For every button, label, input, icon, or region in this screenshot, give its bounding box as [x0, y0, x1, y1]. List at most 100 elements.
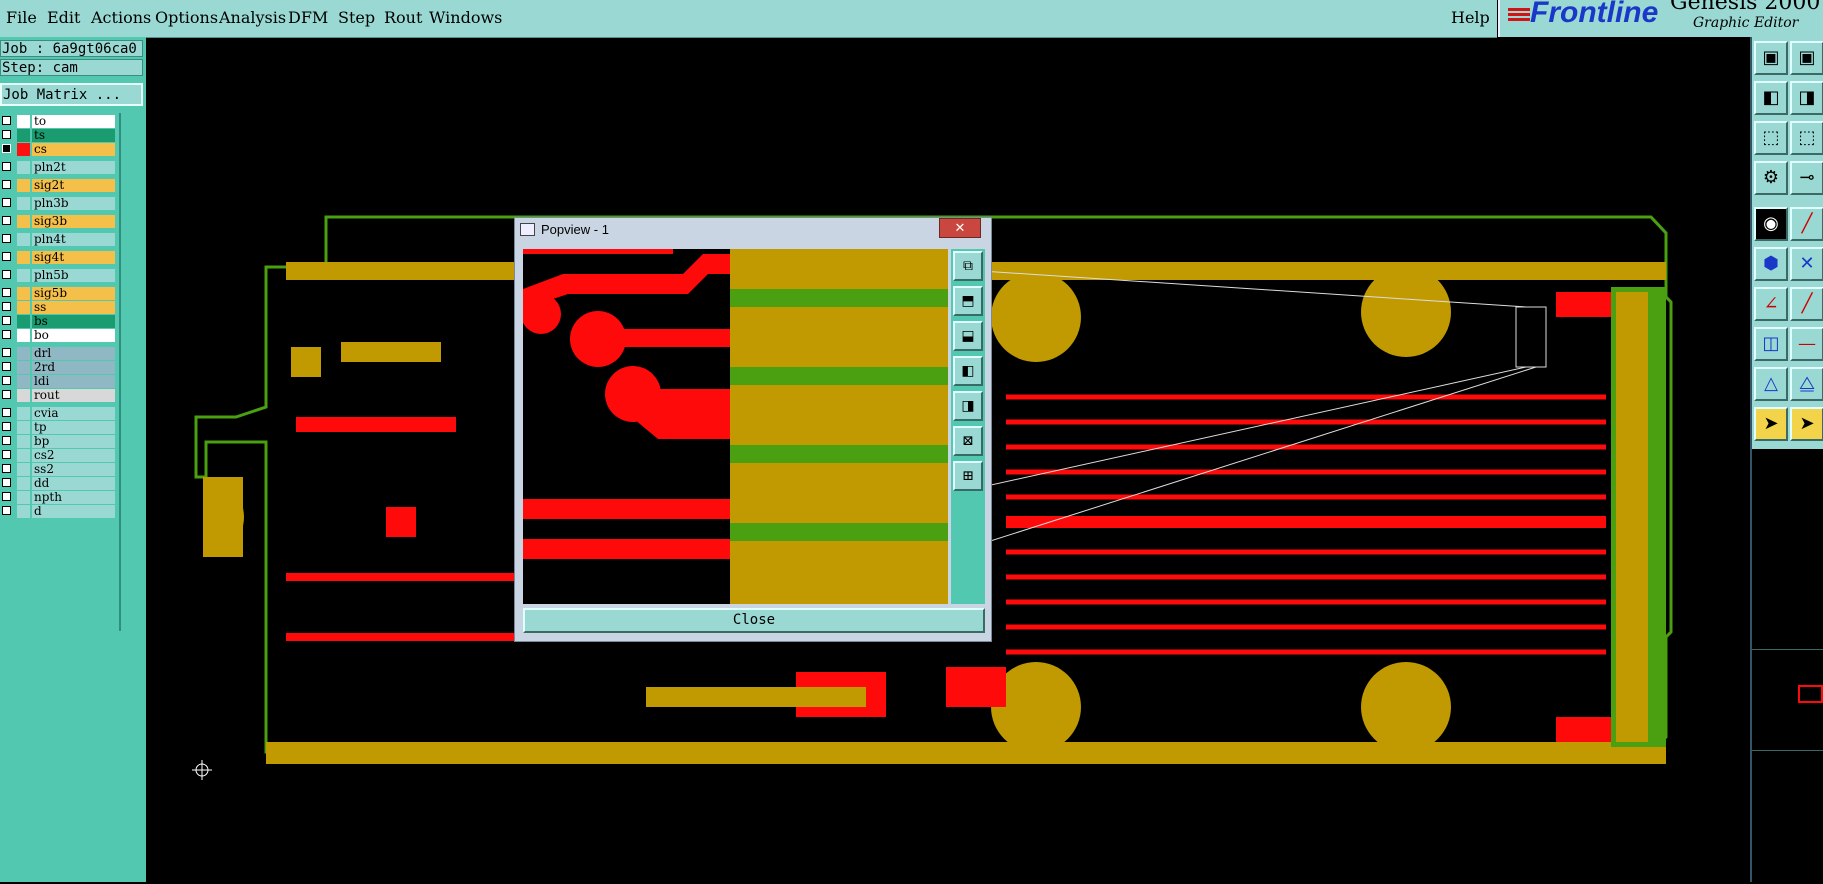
layer-checkbox[interactable] — [2, 130, 11, 139]
layer-color-swatch[interactable] — [17, 463, 30, 476]
layer-name[interactable]: drl — [32, 347, 115, 360]
menu-file[interactable]: File — [6, 8, 37, 27]
layer-name[interactable]: ss — [32, 301, 115, 314]
layer-color-swatch[interactable] — [17, 477, 30, 490]
tool-layer-down-icon[interactable]: ▣ — [1790, 41, 1823, 75]
layer-checkbox[interactable] — [2, 450, 11, 459]
tool-move-icon[interactable]: ◧ — [1754, 81, 1788, 115]
layer-name[interactable]: ss2 — [32, 463, 115, 476]
layer-name[interactable]: bp — [32, 435, 115, 448]
layer-name[interactable]: sig4t — [32, 251, 115, 264]
popview-tool-right-icon[interactable]: ◨ — [953, 391, 983, 421]
layer-checkbox[interactable] — [2, 252, 11, 261]
tool-settings-icon[interactable]: ⚙ — [1754, 161, 1788, 195]
layer-checkbox[interactable] — [2, 116, 11, 125]
job-matrix-button[interactable]: Job Matrix ... — [0, 83, 143, 106]
layer-checkbox[interactable] — [2, 216, 11, 225]
layer-color-swatch[interactable] — [17, 407, 30, 420]
tool-layer-up-icon[interactable]: ▣ — [1754, 41, 1788, 75]
layer-checkbox[interactable] — [2, 362, 11, 371]
layer-name[interactable]: pln4t — [32, 233, 115, 246]
layer-name[interactable]: to — [32, 115, 115, 128]
menu-help[interactable]: Help — [1451, 8, 1490, 27]
layer-color-swatch[interactable] — [17, 179, 30, 192]
popview-tool-zoom-in-icon[interactable]: ⊞ — [953, 461, 983, 491]
layer-color-swatch[interactable] — [17, 115, 30, 128]
tool-fit-icon[interactable]: ⬚ — [1754, 121, 1788, 155]
layer-checkbox[interactable] — [2, 180, 11, 189]
layer-color-swatch[interactable] — [17, 129, 30, 142]
tool-triangle-icon[interactable]: △ — [1754, 367, 1788, 401]
layer-color-swatch[interactable] — [17, 215, 30, 228]
popview-tool-left-icon[interactable]: ◧ — [953, 356, 983, 386]
layer-checkbox[interactable] — [2, 330, 11, 339]
popview-tool-up-icon[interactable]: ⬒ — [953, 286, 983, 316]
layer-name[interactable]: bo — [32, 329, 115, 342]
layer-color-swatch[interactable] — [17, 329, 30, 342]
tool-square-icon[interactable]: ◫ — [1754, 327, 1788, 361]
tool-line-icon[interactable]: ╱ — [1790, 207, 1823, 241]
layer-name[interactable]: cvia — [32, 407, 115, 420]
layer-name[interactable]: sig2t — [32, 179, 115, 192]
layer-checkbox[interactable] — [2, 144, 11, 153]
layer-color-swatch[interactable] — [17, 301, 30, 314]
menu-dfm[interactable]: DFM — [288, 8, 328, 27]
tool-measure-icon[interactable]: ⊸ — [1790, 161, 1823, 195]
tool-pointer2-icon[interactable]: ➤ — [1790, 407, 1823, 441]
popview-close-button[interactable]: Close — [523, 608, 985, 633]
tool-triangle2-icon[interactable]: ⧋ — [1790, 367, 1823, 401]
tool-zoom-icon[interactable]: ⬚ — [1790, 121, 1823, 155]
layer-color-swatch[interactable] — [17, 389, 30, 402]
layer-color-swatch[interactable] — [17, 251, 30, 264]
tool-pad-icon[interactable]: ◉ — [1754, 207, 1788, 241]
menu-windows[interactable]: Windows — [429, 8, 502, 27]
layer-checkbox[interactable] — [2, 270, 11, 279]
tool-angle-icon[interactable]: ∠ — [1754, 287, 1788, 321]
layer-checkbox[interactable] — [2, 506, 11, 515]
layer-name[interactable]: 2rd — [32, 361, 115, 374]
layer-name[interactable]: rout — [32, 389, 115, 402]
layer-name[interactable]: npth — [32, 491, 115, 504]
layer-name[interactable]: tp — [32, 421, 115, 434]
layer-name[interactable]: dd — [32, 477, 115, 490]
layer-color-swatch[interactable] — [17, 161, 30, 174]
menu-edit[interactable]: Edit — [47, 8, 80, 27]
tool-node-icon[interactable]: ⬢ — [1754, 247, 1788, 281]
layer-checkbox[interactable] — [2, 316, 11, 325]
layer-name[interactable]: cs2 — [32, 449, 115, 462]
layer-checkbox[interactable] — [2, 478, 11, 487]
layer-color-swatch[interactable] — [17, 361, 30, 374]
tool-slash-icon[interactable]: ╱ — [1790, 287, 1823, 321]
layer-name[interactable]: pln2t — [32, 161, 115, 174]
layer-color-swatch[interactable] — [17, 505, 30, 518]
layer-color-swatch[interactable] — [17, 421, 30, 434]
layer-color-swatch[interactable] — [17, 491, 30, 504]
layer-checkbox[interactable] — [2, 234, 11, 243]
tool-pointer-icon[interactable]: ➤ — [1754, 407, 1788, 441]
tool-cross-icon[interactable]: ✕ — [1790, 247, 1823, 281]
menu-actions[interactable]: Actions — [91, 8, 151, 27]
tool-copy-icon[interactable]: ◨ — [1790, 81, 1823, 115]
layer-color-swatch[interactable] — [17, 197, 30, 210]
layer-name[interactable]: sig3b — [32, 215, 115, 228]
layer-color-swatch[interactable] — [17, 269, 30, 282]
layer-color-swatch[interactable] — [17, 315, 30, 328]
popview-tool-fit-icon[interactable]: ⧉ — [953, 251, 983, 281]
menu-options[interactable]: Options — [155, 8, 218, 27]
layer-checkbox[interactable] — [2, 348, 11, 357]
layer-name[interactable]: pln5b — [32, 269, 115, 282]
layer-name[interactable]: pln3b — [32, 197, 115, 210]
layer-name[interactable]: ts — [32, 129, 115, 142]
layer-checkbox[interactable] — [2, 162, 11, 171]
layer-name[interactable]: cs — [32, 143, 115, 156]
menu-step[interactable]: Step — [338, 8, 375, 27]
menu-rout[interactable]: Rout — [384, 8, 422, 27]
layer-checkbox[interactable] — [2, 288, 11, 297]
layer-checkbox[interactable] — [2, 464, 11, 473]
layer-color-swatch[interactable] — [17, 375, 30, 388]
layer-color-swatch[interactable] — [17, 347, 30, 360]
layer-color-swatch[interactable] — [17, 287, 30, 300]
layer-color-swatch[interactable] — [17, 143, 30, 156]
layer-name[interactable]: d — [32, 505, 115, 518]
popview-tool-zoom-out-icon[interactable]: ⊠ — [953, 426, 983, 456]
